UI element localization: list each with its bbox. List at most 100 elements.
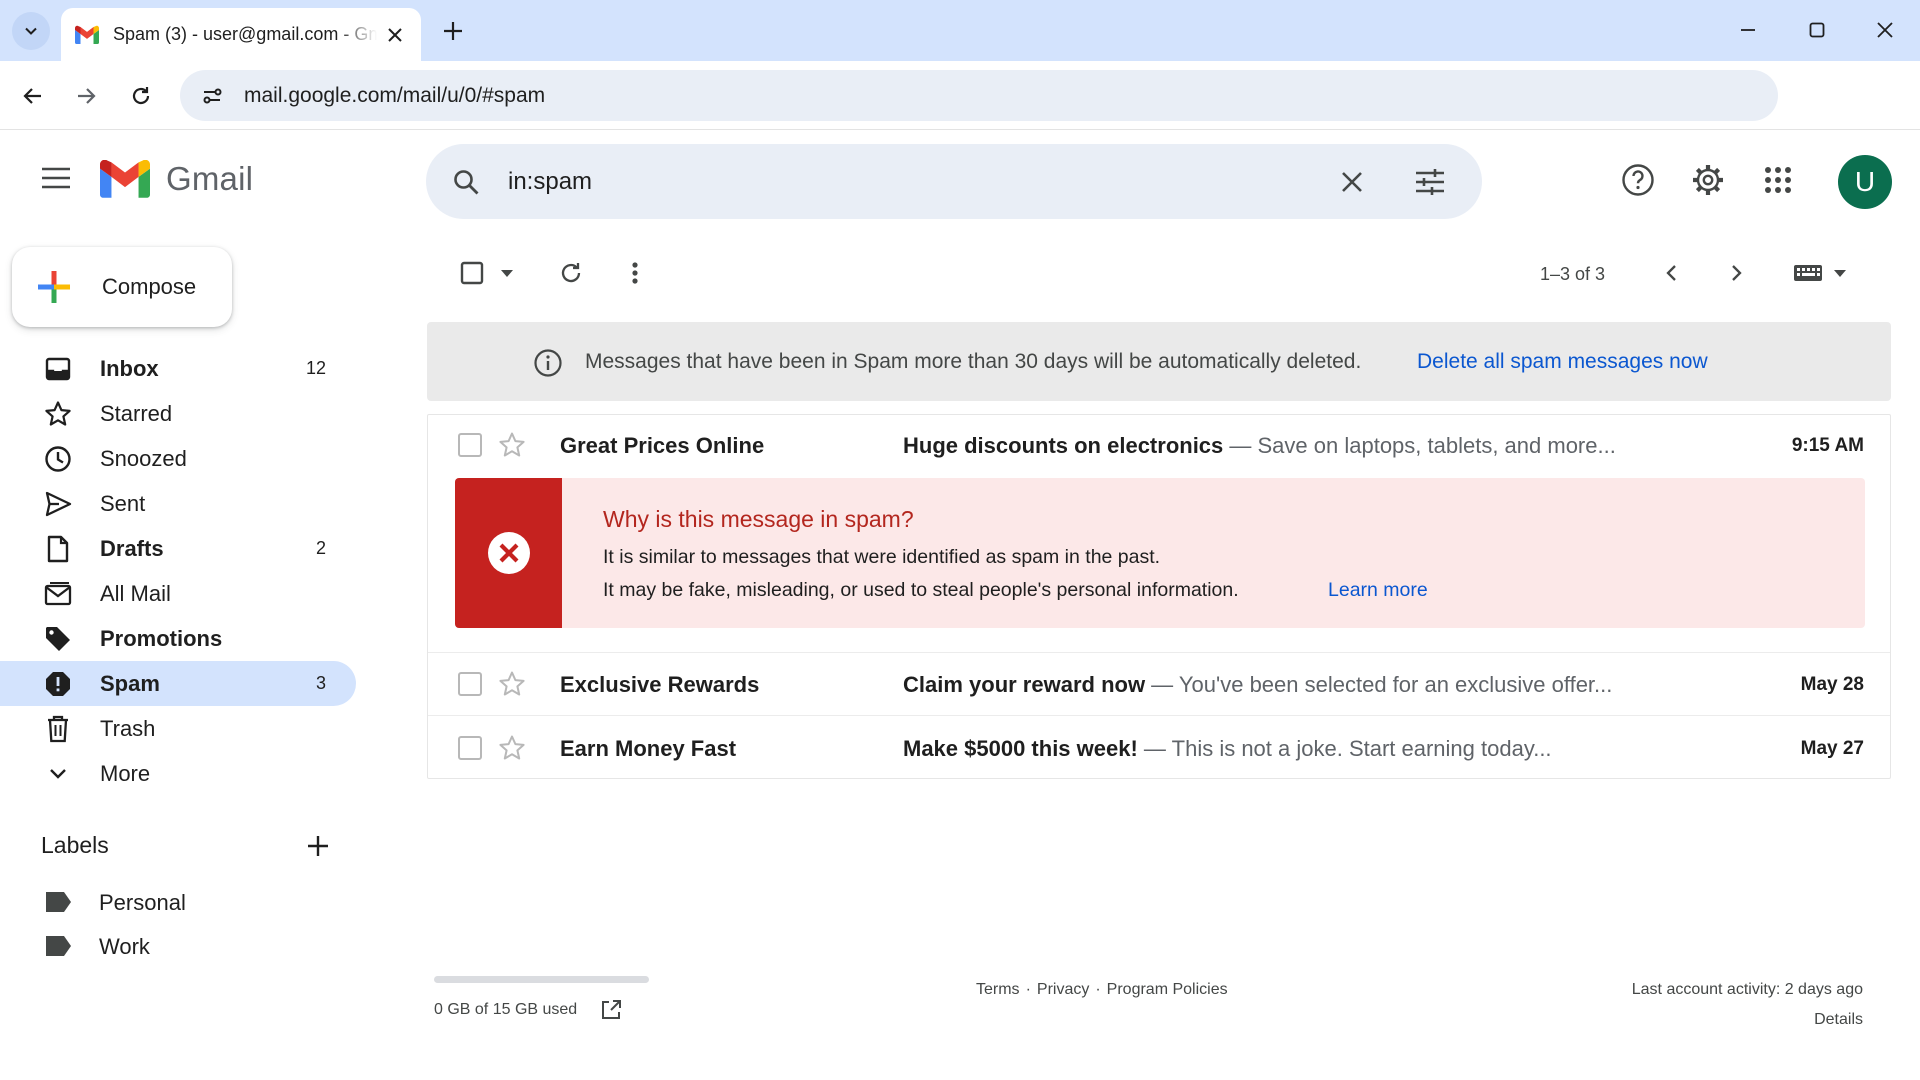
activity-details-link[interactable]: Details (1814, 1011, 1863, 1029)
star-icon (44, 400, 72, 428)
account-avatar[interactable]: U (1838, 155, 1892, 209)
reload-button[interactable] (121, 76, 161, 116)
storage-usage-text: 0 GB of 15 GB used (434, 1001, 578, 1018)
gear-icon (1693, 165, 1723, 195)
star-icon[interactable] (498, 734, 526, 762)
newer-button[interactable] (1654, 255, 1690, 291)
tune-icon (1416, 169, 1444, 195)
close-window-button[interactable] (1863, 10, 1907, 50)
plus-icon (444, 22, 462, 40)
sidebar-item-spam[interactable]: Spam 3 (0, 661, 356, 706)
more-actions-button[interactable] (618, 255, 652, 291)
sidebar-item-trash[interactable]: Trash (0, 706, 356, 751)
message-row[interactable]: Exclusive Rewards Claim your reward now … (428, 653, 1890, 715)
browser-tab[interactable]: Spam (3) - user@gmail.com - Gmail (61, 8, 421, 61)
chevron-down-icon (25, 27, 37, 35)
row-checkbox[interactable] (458, 736, 482, 760)
spam-warning-card: Why is this message in spam? It is simil… (455, 478, 1865, 628)
refresh-icon (561, 263, 581, 283)
tab-title: Spam (3) - user@gmail.com - Gmail (113, 24, 377, 44)
minimize-button[interactable] (1726, 10, 1770, 50)
chevron-down-icon (44, 760, 72, 788)
address-bar[interactable]: mail.google.com/mail/u/0/#spam (180, 70, 1778, 121)
search-input[interactable] (508, 162, 1288, 202)
reload-icon (132, 87, 150, 105)
app-name: Gmail (166, 160, 254, 197)
checkbox-icon (460, 261, 484, 285)
privacy-link[interactable]: Privacy (1037, 981, 1089, 999)
star-icon[interactable] (498, 670, 526, 698)
gmail-favicon-icon (75, 25, 99, 44)
site-info-icon[interactable] (198, 82, 226, 110)
terms-link[interactable]: Terms (976, 981, 1020, 999)
banner-text: Messages that have been in Spam more tha… (585, 350, 1362, 373)
label-name: Personal (99, 890, 186, 915)
create-label-button[interactable] (302, 830, 334, 862)
close-icon (1342, 172, 1362, 192)
last-account-activity: Last account activity: 2 days ago (1631, 981, 1863, 998)
search-icon[interactable] (448, 164, 484, 200)
open-in-new-icon[interactable] (600, 999, 622, 1021)
sidebar-item-sent[interactable]: Sent (0, 481, 356, 526)
message-subject-line: Make $5000 this week! — This is not a jo… (903, 736, 1552, 762)
message-row[interactable]: Great Prices Online Huge discounts on el… (428, 415, 1890, 477)
draft-icon (44, 535, 72, 563)
sidebar-item-count: 2 (315, 538, 326, 558)
sidebar-item-drafts[interactable]: Drafts 2 (0, 526, 356, 571)
arrow-right-icon (78, 88, 96, 104)
forward-button[interactable] (66, 76, 106, 116)
compose-plus-icon (38, 271, 70, 303)
new-tab-button[interactable] (436, 14, 470, 48)
tab-search-button[interactable] (12, 12, 50, 50)
label-icon (46, 892, 71, 912)
older-button[interactable] (1718, 255, 1754, 291)
maximize-button[interactable] (1795, 10, 1839, 50)
sidebar-item-label: Starred (100, 400, 173, 426)
plus-icon (308, 836, 328, 856)
sidebar-item-count: 3 (315, 673, 326, 693)
info-icon (534, 349, 562, 377)
star-icon[interactable] (498, 431, 526, 459)
message-list: Great Prices Online Huge discounts on el… (427, 414, 1891, 779)
label-item-work[interactable]: Work (0, 924, 356, 968)
gmail-logo-icon (100, 160, 150, 198)
tag-icon (44, 625, 72, 653)
message-snippet: — This is not a joke. Start earning toda… (1137, 736, 1552, 761)
sidebar-item-starred[interactable]: Starred (0, 391, 356, 436)
sidebar-item-promotions[interactable]: Promotions (0, 616, 356, 661)
gmail-logo[interactable]: Gmail (100, 160, 253, 198)
delete-all-spam-link[interactable]: Delete all spam messages now (1417, 350, 1708, 374)
sidebar-item-label: More (100, 760, 151, 786)
sidebar-item-snoozed[interactable]: Snoozed (0, 436, 356, 481)
back-button[interactable] (13, 76, 53, 116)
sidebar-item-more[interactable]: More (0, 751, 356, 796)
support-button[interactable] (1616, 158, 1660, 202)
message-date: 9:15 AM (1791, 435, 1864, 456)
message-row[interactable]: Earn Money Fast Make $5000 this week! — … (428, 716, 1890, 778)
program-policies-link[interactable]: Program Policies (1107, 981, 1228, 999)
compose-button[interactable]: Compose (12, 247, 232, 327)
sidebar-item-label: All Mail (100, 580, 171, 606)
input-tools-button[interactable] (1790, 255, 1850, 291)
main-menu-button[interactable] (36, 158, 76, 198)
message-sender: Great Prices Online (560, 433, 765, 458)
warning-side-panel (455, 478, 562, 628)
message-date: May 28 (1800, 674, 1864, 695)
sidebar-item-count: 12 (305, 358, 326, 378)
tab-close-button[interactable] (383, 23, 407, 47)
select-menu-button[interactable] (496, 255, 518, 291)
refresh-button[interactable] (554, 255, 588, 291)
learn-more-link[interactable]: Learn more (1328, 579, 1428, 602)
row-checkbox[interactable] (458, 433, 482, 457)
google-apps-button[interactable] (1756, 158, 1800, 202)
search-options-button[interactable] (1410, 162, 1450, 202)
footer-links: Terms · Privacy · Program Policies (976, 981, 1228, 999)
settings-button[interactable] (1686, 158, 1730, 202)
hamburger-icon (42, 167, 70, 189)
row-checkbox[interactable] (458, 672, 482, 696)
sidebar-item-all-mail[interactable]: All Mail (0, 571, 356, 616)
label-item-personal[interactable]: Personal (0, 880, 356, 924)
sidebar-item-inbox[interactable]: Inbox 12 (0, 346, 356, 391)
select-all-checkbox[interactable] (456, 255, 488, 291)
clear-search-button[interactable] (1332, 162, 1372, 202)
